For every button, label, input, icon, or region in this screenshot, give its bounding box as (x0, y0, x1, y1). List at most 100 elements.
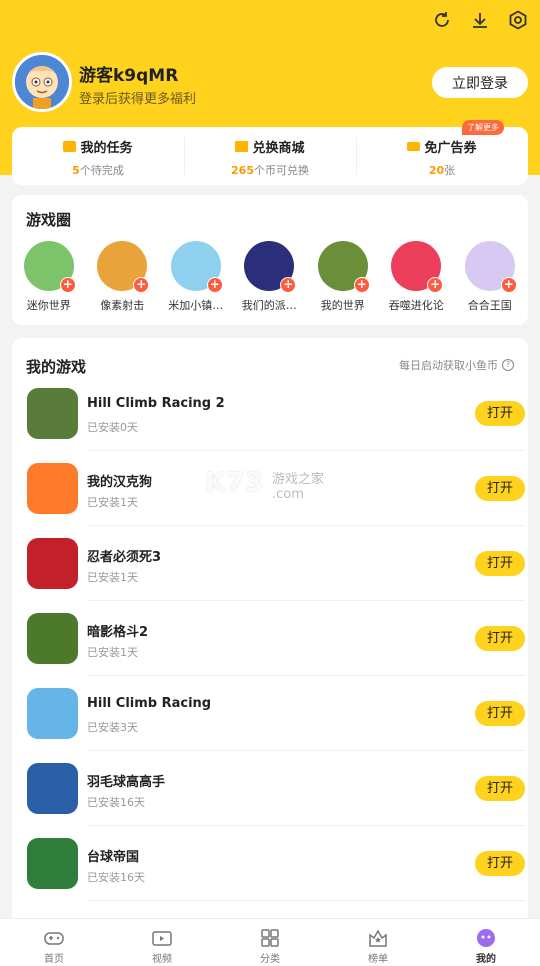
tab-label: 视频 (152, 954, 172, 965)
login-button[interactable]: 立即登录 (432, 67, 528, 98)
game-name: 台球帝国 (87, 850, 140, 865)
open-button[interactable]: 打开 (475, 776, 525, 801)
installed-days: 已安装1天 (87, 571, 138, 584)
my-games-card: 我的游戏 每日启动获取小鱼币 ? Hill Climb Racing 2 已安装… (12, 338, 528, 938)
circle-label: 吞噬进化论 (388, 299, 444, 312)
tab-label: 分类 (260, 954, 280, 965)
stat-coupon-count: 20 (428, 164, 445, 177)
add-icon[interactable]: + (59, 277, 76, 293)
game-circle-title: 游戏圈 (26, 211, 72, 229)
open-button[interactable]: 打开 (475, 551, 525, 576)
coin-hint[interactable]: 每日启动获取小鱼币 ? (399, 357, 514, 373)
stat-shop-count: 265 (231, 164, 254, 177)
game-avatar: + (464, 241, 517, 293)
stat-tasks[interactable]: 我的任务 5个待完成 (12, 127, 184, 185)
game-circle-list: + 迷你世界 + 像素射击 + 米加小镇… + 我们的派… + 我的世界 + 吞噬进化论 +… (12, 241, 528, 313)
open-button[interactable]: 打开 (475, 401, 525, 426)
learn-more-badge[interactable]: 了解更多 (462, 120, 504, 135)
circle-item[interactable]: + 合合王国 (453, 241, 527, 313)
circle-item[interactable]: + 迷你世界 (12, 241, 86, 313)
ranking-icon (367, 928, 389, 948)
game-row[interactable]: 暗影格斗2 已安装1天 打开 (12, 613, 528, 688)
circle-label: 我的世界 (320, 299, 365, 312)
tab-label: 榜单 (368, 954, 388, 965)
installed-days: 已安装0天 (87, 421, 138, 434)
stat-tasks-title: 我的任务 (80, 141, 133, 156)
game-row[interactable]: 台球帝国 已安装16天 打开 (12, 838, 528, 913)
add-icon[interactable]: + (133, 277, 150, 293)
refresh-icon[interactable] (430, 8, 454, 32)
open-button[interactable]: 打开 (475, 851, 525, 876)
divider (87, 900, 525, 901)
add-icon[interactable]: + (427, 277, 444, 293)
game-avatar: + (391, 241, 444, 293)
avatar[interactable] (12, 52, 72, 112)
installed-days: 已安装1天 (87, 646, 138, 659)
watermark-text: 游戏之家 .com (272, 468, 324, 502)
add-icon[interactable]: + (500, 277, 517, 293)
tab-ranking[interactable]: 榜单 (324, 919, 432, 966)
installed-days: 已安装16天 (87, 871, 145, 884)
game-avatar: + (23, 241, 76, 293)
download-icon[interactable] (468, 8, 492, 32)
divider (87, 675, 525, 676)
circle-item[interactable]: + 我的世界 (306, 241, 380, 313)
add-icon[interactable]: + (353, 277, 370, 293)
tab-mine[interactable]: 我的 (432, 919, 540, 966)
circle-label: 米加小镇… (168, 299, 224, 312)
game-row[interactable]: 我的汉克狗 已安装1天 打开 (12, 463, 528, 538)
stat-ad-coupon[interactable]: 了解更多 免广告券 20张 (356, 120, 528, 185)
game-name: 我的汉克狗 (87, 475, 153, 490)
gamepad-icon (43, 928, 65, 948)
watermark-domain: .com (272, 487, 304, 502)
game-icon (27, 688, 78, 739)
circle-item[interactable]: + 我们的派… (233, 241, 307, 313)
game-row[interactable]: 羽毛球高高手 已安装16天 打开 (12, 763, 528, 838)
divider (87, 600, 525, 601)
stat-shop[interactable]: 兑换商城 265个币可兑换 (184, 127, 356, 185)
open-button[interactable]: 打开 (475, 476, 525, 501)
tab-home[interactable]: 首页 (0, 919, 108, 966)
game-icon (27, 538, 78, 589)
task-icon (63, 141, 77, 152)
game-name: Hill Climb Racing 2 (87, 396, 225, 411)
tab-video[interactable]: 视频 (108, 919, 216, 966)
game-row[interactable]: Hill Climb Racing 已安装3天 打开 (12, 688, 528, 763)
installed-days: 已安装16天 (87, 796, 145, 809)
tab-category[interactable]: 分类 (216, 919, 324, 966)
game-icon (27, 763, 78, 814)
username: 游客k9qMR (79, 66, 179, 86)
coin-hint-text: 每日启动获取小鱼币 (399, 359, 498, 372)
stat-coupon-suffix: 张 (444, 164, 456, 177)
stat-tasks-count: 5 (72, 164, 80, 177)
circle-item[interactable]: + 米加小镇… (159, 241, 233, 313)
game-name: Hill Climb Racing (87, 696, 212, 711)
game-icon (27, 613, 78, 664)
settings-icon[interactable] (506, 8, 530, 32)
game-row[interactable]: Hill Climb Racing 2 已安装0天 打开 (12, 388, 528, 463)
bottom-tabbar: 首页 视频 分类 榜单 我的 (0, 918, 540, 966)
open-button[interactable]: 打开 (475, 626, 525, 651)
circle-item[interactable]: + 像素射击 (86, 241, 160, 313)
game-icon (27, 838, 78, 889)
divider (87, 825, 525, 826)
open-button[interactable]: 打开 (475, 701, 525, 726)
circle-item[interactable]: + 吞噬进化论 (380, 241, 454, 313)
circle-label: 我们的派… (241, 299, 297, 312)
coupon-icon (407, 142, 421, 151)
game-avatar: + (97, 241, 150, 293)
stat-tasks-suffix: 个待完成 (79, 164, 124, 177)
circle-label: 迷你世界 (26, 299, 71, 312)
game-icon (27, 388, 78, 439)
circle-label: 像素射击 (100, 299, 145, 312)
top-toolbar (430, 8, 530, 32)
game-row[interactable]: 忍者必须死3 已安装1天 打开 (12, 538, 528, 613)
circle-label: 合合王国 (467, 299, 512, 312)
watermark-name: 游戏之家 (272, 472, 325, 487)
add-icon[interactable]: + (280, 277, 297, 293)
add-icon[interactable]: + (206, 277, 223, 293)
tab-label: 我的 (476, 954, 496, 965)
installed-days: 已安装3天 (87, 721, 138, 734)
help-icon[interactable]: ? (502, 359, 514, 371)
installed-days: 已安装1天 (87, 496, 138, 509)
